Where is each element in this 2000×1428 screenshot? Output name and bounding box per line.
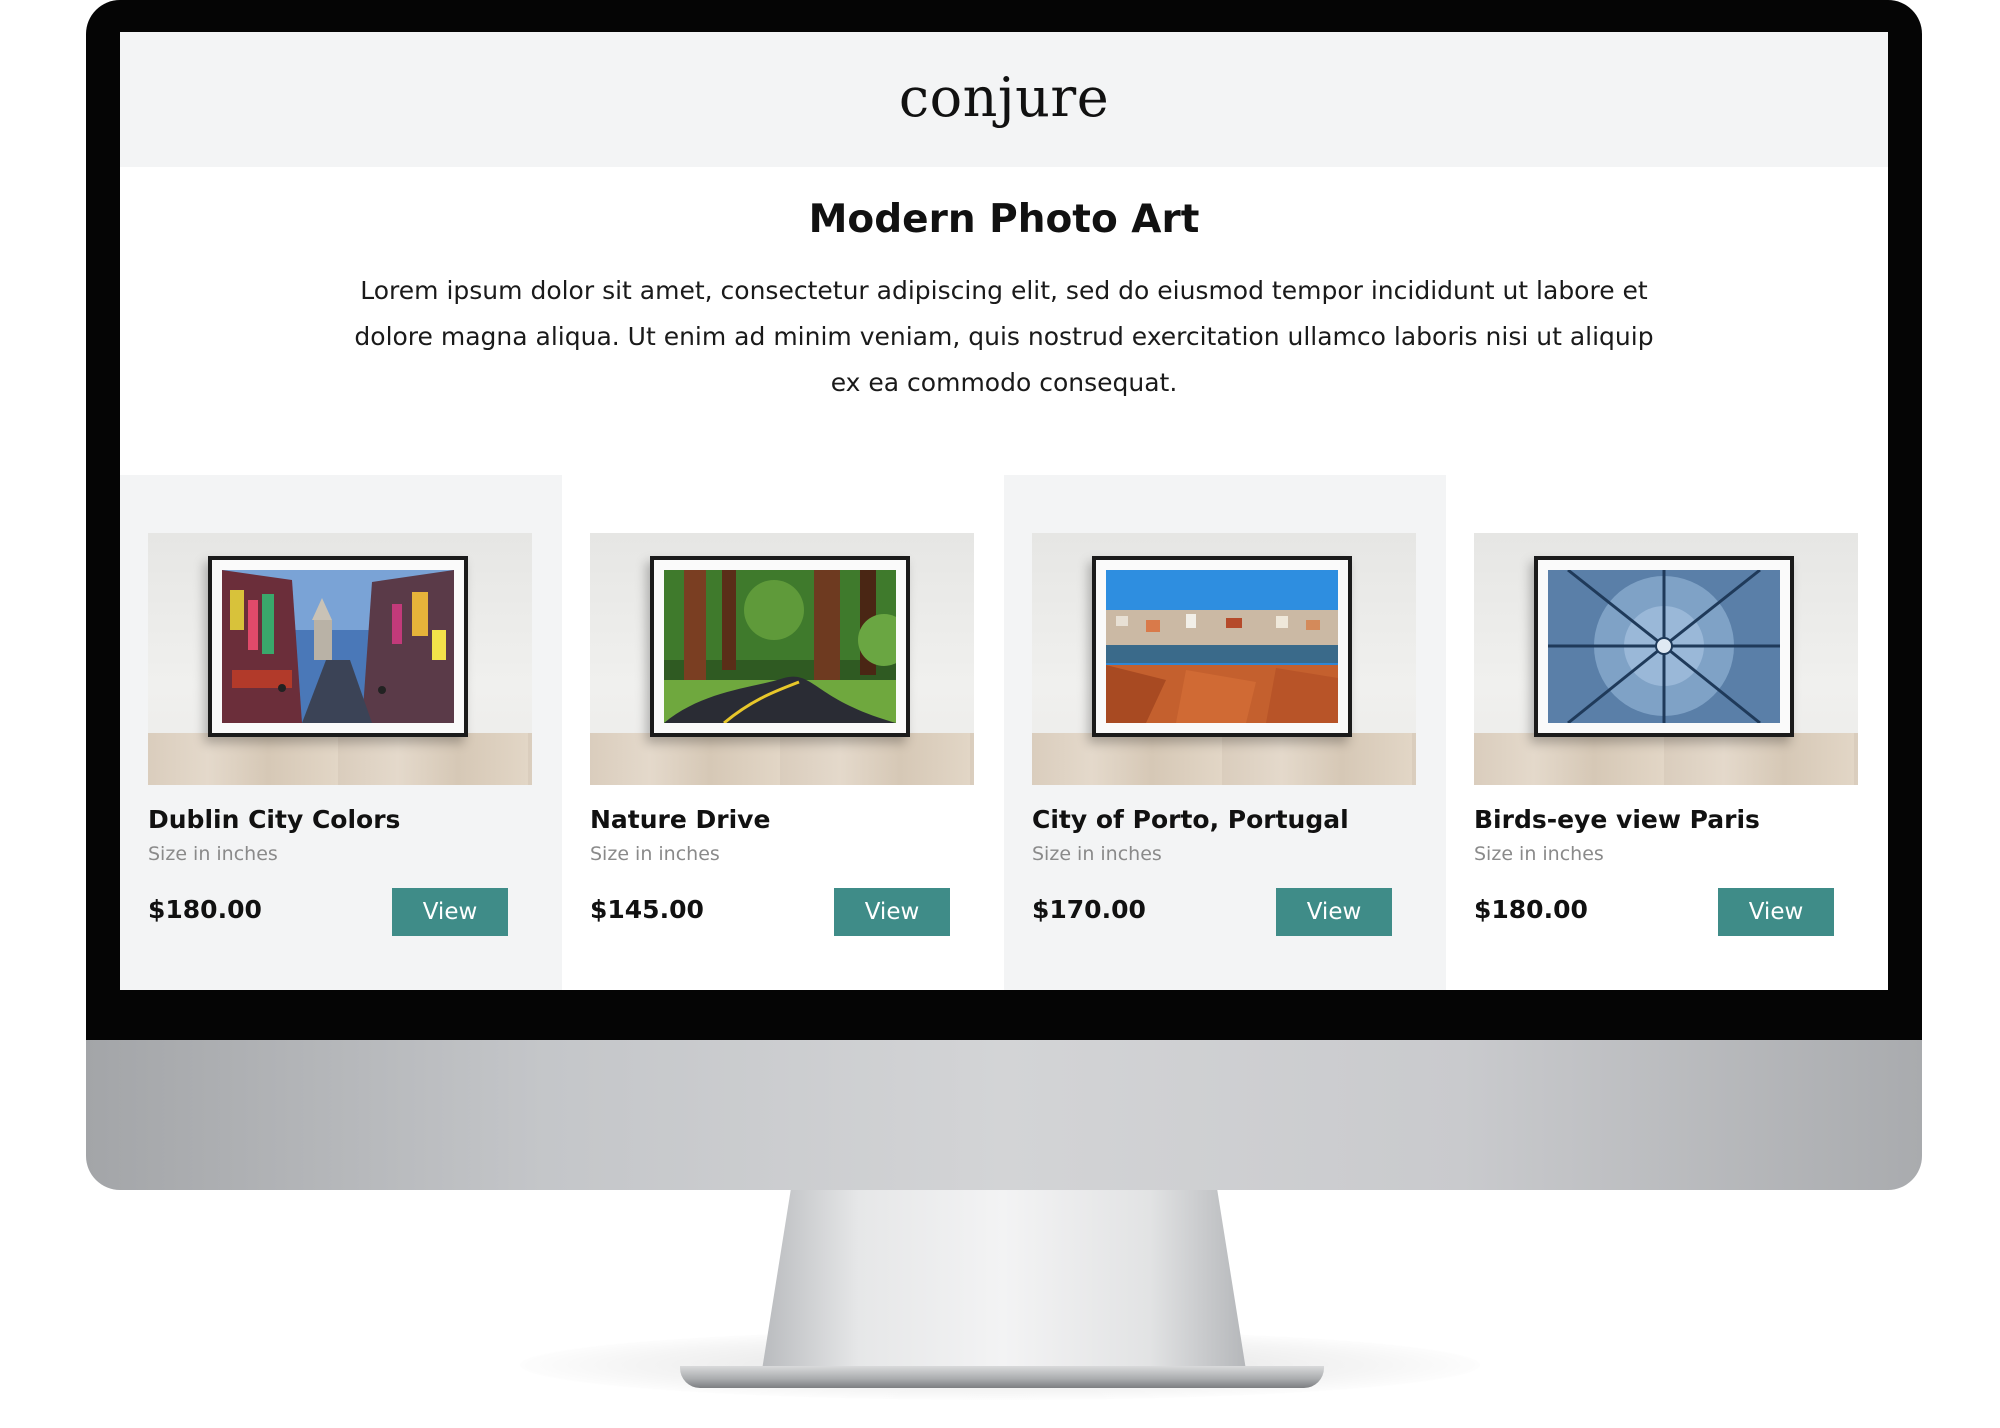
site-logo[interactable]: conjure bbox=[899, 66, 1109, 129]
view-button[interactable]: View bbox=[834, 888, 950, 936]
monitor-chin bbox=[86, 1038, 1922, 1190]
view-button[interactable]: View bbox=[392, 888, 508, 936]
monitor-screen: conjure Modern Photo Art Lorem ipsum dol… bbox=[120, 32, 1888, 990]
product-price: $145.00 bbox=[590, 895, 704, 924]
product-size-label: Size in inches bbox=[1032, 843, 1162, 865]
picture-frame bbox=[1092, 556, 1352, 737]
monitor-stand-base bbox=[680, 1366, 1324, 1388]
porto-cityscape-photo bbox=[1106, 570, 1338, 723]
picture-frame bbox=[1534, 556, 1794, 737]
page-title: Modern Photo Art bbox=[808, 197, 1200, 242]
product-name: Nature Drive bbox=[590, 805, 771, 834]
paris-aerial-photo bbox=[1548, 570, 1780, 723]
product-name: City of Porto, Portugal bbox=[1032, 805, 1349, 834]
picture-frame bbox=[650, 556, 910, 737]
forest-road-photo bbox=[664, 570, 896, 723]
product-name: Birds-eye view Paris bbox=[1474, 805, 1760, 834]
view-button[interactable]: View bbox=[1718, 888, 1834, 936]
wood-floor bbox=[1032, 733, 1416, 785]
intro-text: Lorem ipsum dolor sit amet, consectetur … bbox=[354, 276, 1654, 397]
wood-floor bbox=[1474, 733, 1858, 785]
product-card: Nature Drive Size in inches $145.00 View bbox=[562, 475, 1004, 990]
product-price: $170.00 bbox=[1032, 895, 1146, 924]
product-image[interactable] bbox=[590, 533, 974, 785]
site-header: conjure bbox=[120, 32, 1888, 167]
product-size-label: Size in inches bbox=[1474, 843, 1604, 865]
product-size-label: Size in inches bbox=[590, 843, 720, 865]
product-price: $180.00 bbox=[148, 895, 262, 924]
dublin-street-photo bbox=[222, 570, 454, 723]
product-name: Dublin City Colors bbox=[148, 805, 401, 834]
product-image[interactable] bbox=[1032, 533, 1416, 785]
picture-frame bbox=[208, 556, 468, 737]
view-button[interactable]: View bbox=[1276, 888, 1392, 936]
product-grid: Dublin City Colors Size in inches $180.0… bbox=[120, 475, 1888, 990]
product-card: Dublin City Colors Size in inches $180.0… bbox=[120, 475, 562, 990]
wood-floor bbox=[148, 733, 532, 785]
product-card: Birds-eye view Paris Size in inches $180… bbox=[1446, 475, 1888, 990]
product-image[interactable] bbox=[148, 533, 532, 785]
intro-section: Modern Photo Art Lorem ipsum dolor sit a… bbox=[120, 167, 1888, 406]
wood-floor bbox=[590, 733, 974, 785]
product-price: $180.00 bbox=[1474, 895, 1588, 924]
product-card: City of Porto, Portugal Size in inches $… bbox=[1004, 475, 1446, 990]
product-image[interactable] bbox=[1474, 533, 1858, 785]
product-size-label: Size in inches bbox=[148, 843, 278, 865]
monitor-stand-neck bbox=[762, 1188, 1246, 1370]
